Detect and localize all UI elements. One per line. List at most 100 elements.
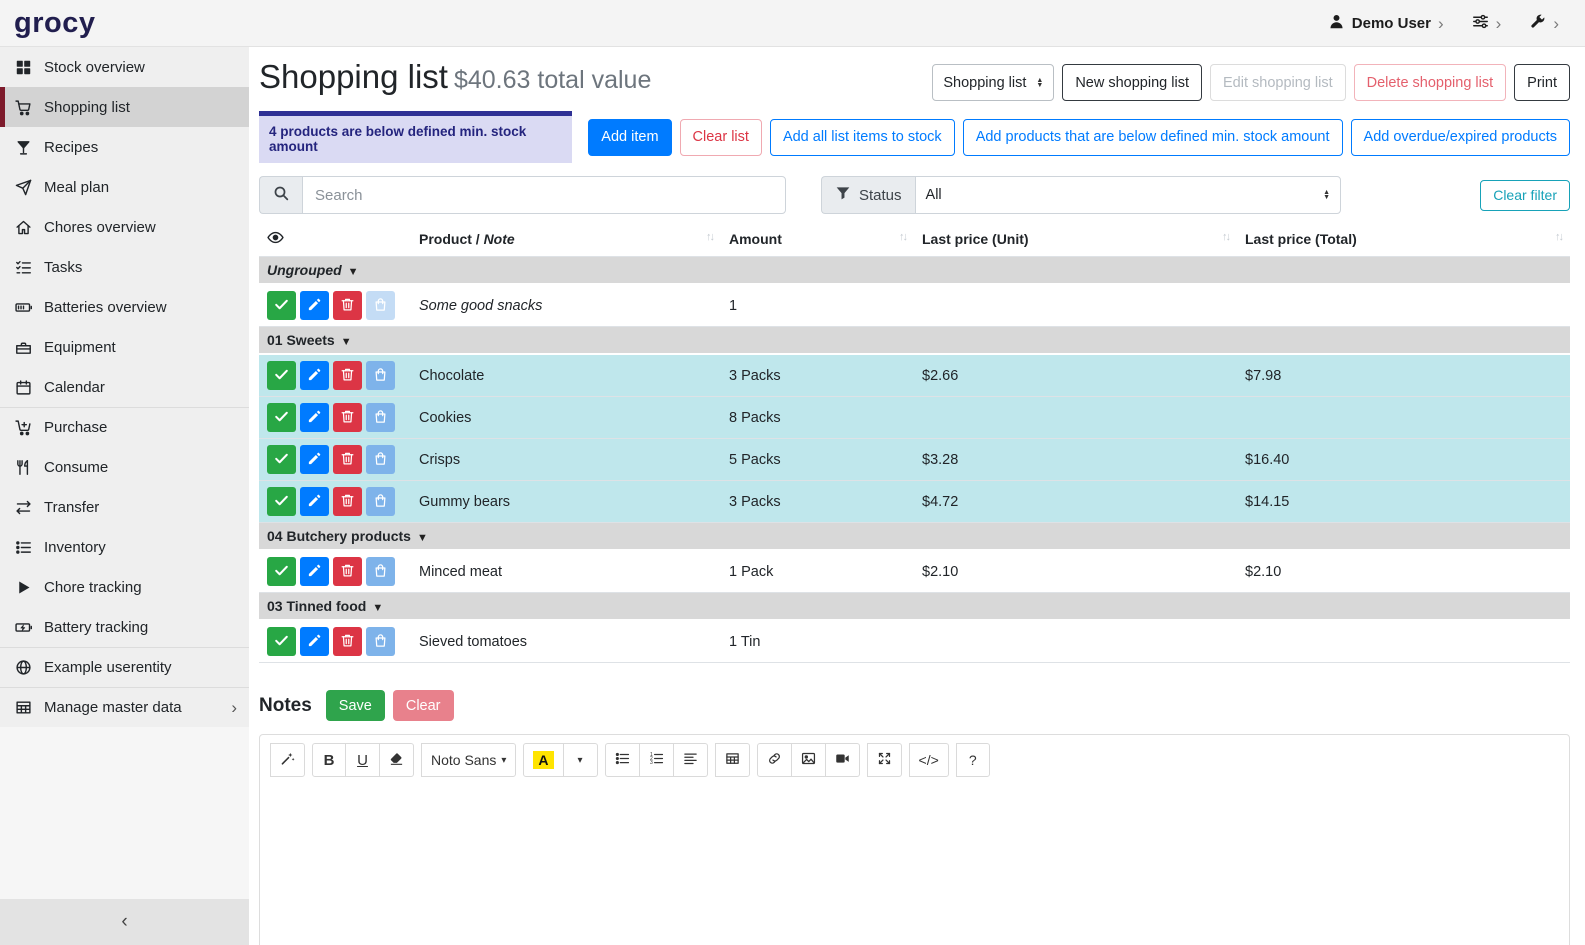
underline-button[interactable]: U — [346, 743, 380, 777]
add-all-to-stock-button[interactable]: Add all list items to stock — [770, 119, 955, 156]
clear-list-button[interactable]: Clear list — [680, 119, 762, 156]
add-below-min-stock-button[interactable]: Add products that are below defined min.… — [963, 119, 1343, 156]
user-menu[interactable]: Demo User › — [1328, 13, 1444, 34]
clear-formatting-button[interactable] — [380, 743, 414, 777]
search-input[interactable] — [302, 176, 786, 214]
paragraph-style-button[interactable] — [674, 743, 708, 777]
code-view-button[interactable]: </> — [909, 743, 949, 777]
sidebar-item-batteries-overview[interactable]: Batteries overview — [0, 287, 249, 327]
add-item-button[interactable]: Add item — [588, 119, 671, 156]
sidebar-item-chore-tracking[interactable]: Chore tracking — [0, 567, 249, 607]
sidebar-item-battery-tracking[interactable]: Battery tracking — [0, 607, 249, 647]
delete-item-button[interactable] — [333, 557, 362, 586]
group-header-03-tinned-food[interactable]: 03 Tinned food▼ — [259, 593, 1570, 621]
sidebar-collapse-button[interactable]: ‹ — [0, 899, 249, 945]
delete-item-button[interactable] — [333, 403, 362, 432]
ordered-list-button[interactable]: 123 — [640, 743, 674, 777]
edit-item-button[interactable] — [300, 557, 329, 586]
add-overdue-button[interactable]: Add overdue/expired products — [1351, 119, 1570, 156]
sidebar-item-recipes[interactable]: Recipes — [0, 127, 249, 167]
sidebar-item-shopping-list[interactable]: Shopping list — [0, 87, 249, 127]
sidebar-item-chores-overview[interactable]: Chores overview — [0, 207, 249, 247]
fullscreen-button[interactable] — [867, 743, 902, 777]
sort-icon[interactable]: ↑↓ — [706, 231, 713, 243]
status-select[interactable]: All ▲▼ — [915, 176, 1341, 214]
insert-picture-button[interactable] — [792, 743, 826, 777]
edit-item-button[interactable] — [300, 361, 329, 390]
add-to-stock-button[interactable] — [366, 487, 395, 516]
clear-filter-button[interactable]: Clear filter — [1480, 180, 1570, 211]
edit-item-button[interactable] — [300, 487, 329, 516]
add-to-stock-button[interactable] — [366, 557, 395, 586]
toolbar-button-label: </> — [919, 752, 939, 768]
sidebar-item-label: Example userentity — [44, 659, 172, 676]
style-button[interactable] — [270, 743, 305, 777]
sidebar-item-example-userentity[interactable]: Example userentity — [0, 647, 249, 687]
bold-button[interactable]: B — [312, 743, 346, 777]
app-logo[interactable]: grocy — [0, 7, 249, 40]
edit-shopping-list-button[interactable]: Edit shopping list — [1210, 64, 1346, 101]
add-to-stock-button[interactable] — [366, 445, 395, 474]
delete-item-button[interactable] — [333, 445, 362, 474]
mark-done-button[interactable] — [267, 487, 296, 516]
group-header-04-butchery-products[interactable]: 04 Butchery products▼ — [259, 523, 1570, 551]
sidebar-item-inventory[interactable]: Inventory — [0, 527, 249, 567]
delete-item-button[interactable] — [333, 627, 362, 656]
add-to-stock-button[interactable] — [366, 403, 395, 432]
font-color-button[interactable]: A — [523, 743, 563, 777]
mark-done-button[interactable] — [267, 403, 296, 432]
mark-done-button[interactable] — [267, 361, 296, 390]
sidebar-item-transfer[interactable]: Transfer — [0, 487, 249, 527]
sidebar-item-equipment[interactable]: Equipment — [0, 327, 249, 367]
sidebar-item-purchase[interactable]: Purchase — [0, 407, 249, 447]
list-item-minced-meat: Minced meat1 Pack$2.10$2.10 — [259, 550, 1570, 593]
mark-done-button[interactable] — [267, 627, 296, 656]
edit-item-button[interactable] — [300, 445, 329, 474]
delete-item-button[interactable] — [333, 291, 362, 320]
sort-icon[interactable]: ↑↓ — [899, 231, 906, 243]
mark-done-button[interactable] — [267, 557, 296, 586]
group-header-ungrouped[interactable]: Ungrouped▼ — [259, 257, 1570, 285]
notes-save-button[interactable]: Save — [326, 690, 385, 721]
boxes-icon — [14, 59, 33, 76]
help-button[interactable]: ? — [956, 743, 990, 777]
print-button[interactable]: Print — [1514, 64, 1570, 101]
unit-price-column-header[interactable]: Last price (Unit)↑↓ — [914, 224, 1237, 257]
admin-menu[interactable]: › — [1529, 13, 1559, 34]
new-shopping-list-button[interactable]: New shopping list — [1062, 64, 1202, 101]
sort-icon[interactable]: ↑↓ — [1222, 231, 1229, 243]
delete-shopping-list-button[interactable]: Delete shopping list — [1354, 64, 1507, 101]
add-to-stock-button[interactable] — [366, 627, 395, 656]
insert-link-button[interactable] — [757, 743, 792, 777]
sidebar-item-consume[interactable]: Consume — [0, 447, 249, 487]
mark-done-button[interactable] — [267, 291, 296, 320]
add-to-stock-button[interactable] — [366, 291, 395, 320]
edit-item-button[interactable] — [300, 291, 329, 320]
sidebar-item-stock-overview[interactable]: Stock overview — [0, 47, 249, 87]
insert-table-button[interactable] — [715, 743, 750, 777]
sidebar-item-manage-master-data[interactable]: Manage master data› — [0, 687, 249, 727]
delete-item-button[interactable] — [333, 487, 362, 516]
unordered-list-button[interactable] — [605, 743, 640, 777]
sort-icon[interactable]: ↑↓ — [1555, 231, 1562, 243]
insert-video-button[interactable] — [826, 743, 860, 777]
edit-item-button[interactable] — [300, 627, 329, 656]
add-to-stock-button[interactable] — [366, 361, 395, 390]
notes-editor-area[interactable] — [260, 785, 1569, 945]
settings-menu[interactable]: › — [1472, 13, 1502, 34]
mark-done-button[interactable] — [267, 445, 296, 474]
notes-clear-button[interactable]: Clear — [393, 690, 454, 721]
total-price-column-header[interactable]: Last price (Total)↑↓ — [1237, 224, 1570, 257]
product-column-header[interactable]: Product / Note↑↓ — [411, 224, 721, 257]
group-header-01-sweets[interactable]: 01 Sweets▼ — [259, 327, 1570, 355]
delete-item-button[interactable] — [333, 361, 362, 390]
sidebar-item-tasks[interactable]: Tasks — [0, 247, 249, 287]
sidebar-item-meal-plan[interactable]: Meal plan — [0, 167, 249, 207]
sidebar-item-calendar[interactable]: Calendar — [0, 367, 249, 407]
edit-item-button[interactable] — [300, 403, 329, 432]
font-color-caret-button[interactable]: ▾ — [564, 743, 598, 777]
amount-value: 8 Packs — [721, 397, 914, 439]
shopping-list-select[interactable]: Shopping list ▲▼ — [932, 64, 1054, 101]
amount-column-header[interactable]: Amount↑↓ — [721, 224, 914, 257]
font-family-select[interactable]: Noto Sans▾ — [421, 743, 516, 777]
